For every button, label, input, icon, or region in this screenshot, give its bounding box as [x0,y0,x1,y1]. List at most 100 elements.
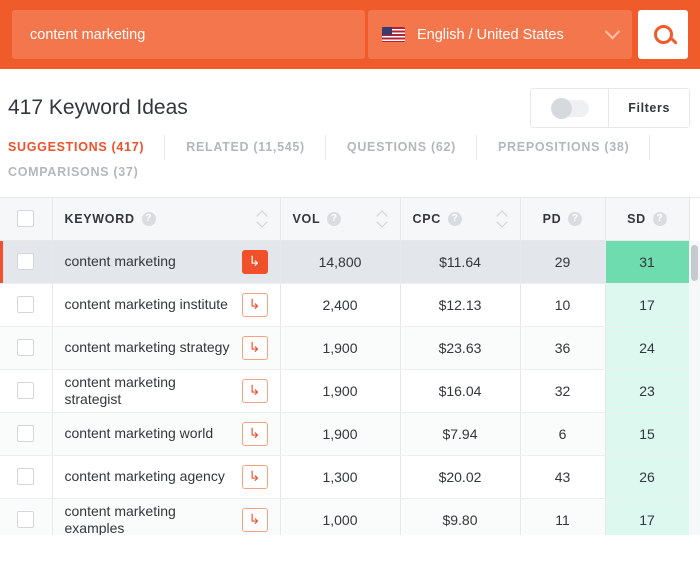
row-select-cell[interactable] [0,412,53,456]
keyword-text: content marketing strategist [64,373,176,407]
keyword-cell: content marketing strategist ↳ [52,369,281,413]
sd-cell: 24 [605,326,690,370]
column-header-pd[interactable]: PD ? [520,198,606,241]
sd-cell: 17 [605,283,690,327]
keyword-cell: content marketing ↳ [52,240,281,284]
scrollbar-thumb[interactable] [691,245,698,281]
sd-cell: 17 [605,498,690,535]
toggle-knob [550,97,572,119]
cpc-cell: $7.94 [400,412,521,456]
keyword-text: content marketing world [64,425,214,441]
row-checkbox[interactable] [17,339,35,357]
volume-cell: 2,400 [280,283,401,327]
sort-icon-keyword[interactable] [257,211,268,227]
arrow-turn-right-icon[interactable]: ↳ [241,249,268,274]
row-checkbox[interactable] [17,382,35,400]
table-row[interactable]: content marketing examples ↳ 1,000 $9.80 11 1… [0,498,690,536]
table-row[interactable]: content marketing ↳ 14,800 $11.64 29 31 [0,240,690,284]
column-header-cpc[interactable]: CPC ? [400,198,521,241]
info-icon-cpc[interactable]: ? [448,211,462,226]
table-row[interactable]: content marketing strategy ↳ 1,900 $23.63 36… [0,326,690,370]
column-label-keyword: KEYWORD [64,211,135,226]
filters-group: Filters [530,88,690,128]
keyword-text: content marketing examples [64,502,176,536]
volume-cell: 1,900 [280,412,401,456]
sd-cell: 23 [605,369,690,413]
search-field-wrapper[interactable] [12,10,365,59]
keyword-text: content marketing institute [64,296,228,312]
volume-cell: 1,900 [280,369,401,413]
sd-cell: 26 [605,455,690,499]
cpc-cell: $20.02 [400,455,521,499]
select-all-checkbox[interactable] [17,210,35,228]
info-icon-pd[interactable]: ? [568,211,583,226]
pd-cell: 32 [520,369,606,413]
tab-suggestions[interactable]: SUGGESTIONS (417) [8,135,166,160]
row-checkbox[interactable] [17,296,35,314]
arrow-turn-right-icon[interactable]: ↳ [241,421,268,446]
tab-questions[interactable]: QUESTIONS (62) [327,135,478,160]
column-header-sd[interactable]: SD ? [605,198,690,241]
arrow-turn-right-icon[interactable]: ↳ [241,335,268,360]
tab-prepositions[interactable]: PREPOSITIONS (38) [478,135,651,160]
row-checkbox[interactable] [17,425,35,443]
column-header-keyword[interactable]: KEYWORD ? [52,198,281,241]
filters-toggle[interactable] [531,89,610,127]
row-checkbox[interactable] [17,253,35,271]
table-header-row: KEYWORD ? VOL ? CPC ? PD ? SD ? [0,198,690,241]
pd-cell: 29 [520,240,606,284]
table-scrollbar[interactable] [689,241,700,535]
row-select-cell[interactable] [0,498,53,535]
page-title: 417 Keyword Ideas [8,96,188,119]
pd-cell: 11 [520,498,606,535]
arrow-turn-right-icon[interactable]: ↳ [241,464,268,489]
info-icon-vol[interactable]: ? [327,211,342,226]
sort-icon-vol[interactable] [377,211,388,227]
row-select-cell[interactable] [0,240,53,284]
chevron-down-icon [604,23,621,40]
cpc-cell: $9.80 [400,498,521,535]
keyword-cell: content marketing examples ↳ [52,498,281,536]
tab-comparisons[interactable]: COMPARISONS (37) [8,160,699,185]
keyword-cell: content marketing agency ↳ [52,455,281,499]
volume-cell: 1,900 [280,326,401,370]
row-select-cell[interactable] [0,455,53,499]
keyword-text: content marketing [64,253,176,269]
volume-cell: 14,800 [280,240,401,284]
locale-selector[interactable]: English / United States [368,10,632,59]
column-label-cpc: CPC [412,211,441,226]
info-icon-keyword[interactable]: ? [141,211,156,226]
arrow-turn-right-icon[interactable]: ↳ [241,378,268,403]
table-row[interactable]: content marketing institute ↳ 2,400 $12.13 1… [0,283,690,327]
row-select-cell[interactable] [0,326,53,370]
cpc-cell: $12.13 [400,283,521,327]
keyword-cell: content marketing institute ↳ [52,283,281,327]
search-input[interactable] [30,26,347,43]
volume-cell: 1,300 [280,455,401,499]
row-select-cell[interactable] [0,283,53,327]
info-icon-sd[interactable]: ? [652,211,667,226]
table-body: content marketing ↳ 14,800 $11.64 29 31 conten… [0,240,690,536]
keyword-cell: content marketing world ↳ [52,412,281,456]
column-header-vol[interactable]: VOL ? [280,198,401,241]
search-icon [653,25,673,44]
search-button[interactable] [638,10,688,59]
row-select-cell[interactable] [0,369,53,413]
sort-icon-cpc[interactable] [497,211,508,227]
keyword-text: content marketing strategy [64,339,230,355]
arrow-turn-right-icon[interactable]: ↳ [241,507,268,532]
row-checkbox[interactable] [17,511,35,529]
table-row[interactable]: content marketing strategist ↳ 1,900 $16.04… [0,369,690,413]
table-row[interactable]: content marketing world ↳ 1,900 $7.94 6 15 [0,412,690,456]
row-checkbox[interactable] [17,468,35,486]
cpc-cell: $11.64 [400,240,521,284]
column-label-vol: VOL [292,211,321,226]
column-label-pd: PD [542,211,562,226]
keyword-text: content marketing agency [64,468,225,484]
filters-button[interactable]: Filters [609,89,689,127]
table-row[interactable]: content marketing agency ↳ 1,300 $20.02 43 26 [0,455,690,499]
search-bar: English / United States [0,0,700,69]
pd-cell: 10 [520,283,606,327]
tab-related[interactable]: RELATED (11,545) [166,135,326,160]
arrow-turn-right-icon[interactable]: ↳ [241,292,268,317]
